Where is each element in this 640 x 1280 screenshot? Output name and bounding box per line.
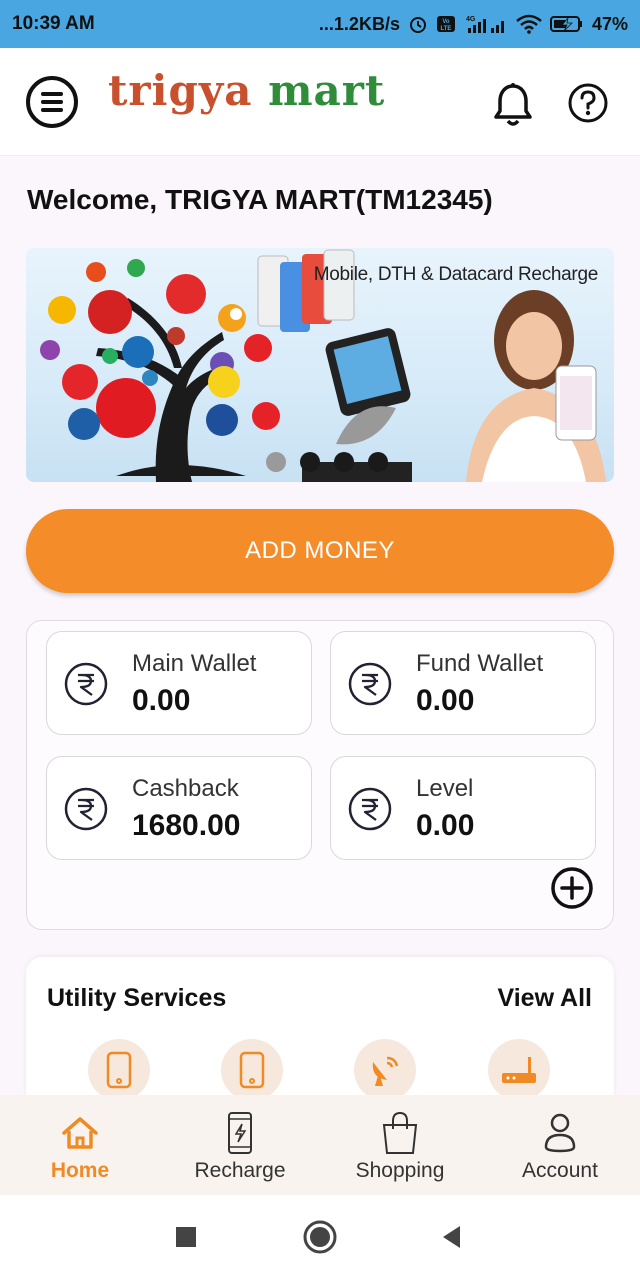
rupee-icon — [348, 787, 392, 831]
wallet-label: Cashback — [132, 775, 239, 802]
mobile-icon — [106, 1051, 132, 1089]
nav-account[interactable]: Account — [480, 1095, 640, 1195]
logo-word-trigya: trigya — [108, 66, 253, 115]
wifi-icon — [516, 14, 542, 34]
back-button[interactable] — [432, 1217, 472, 1257]
mobile-icon — [239, 1051, 265, 1089]
router-icon — [502, 1057, 536, 1083]
status-time: 10:39 AM — [12, 13, 95, 34]
wallet-card-main[interactable]: Main Wallet 0.00 — [46, 631, 312, 735]
carousel-dot-3[interactable] — [334, 452, 354, 472]
service-mobile-2[interactable] — [221, 1039, 283, 1101]
menu-button[interactable] — [25, 75, 79, 129]
wallet-label: Level — [416, 775, 474, 802]
wallet-label: Main Wallet — [132, 650, 257, 677]
utility-services-section: Utility Services View All — [26, 957, 614, 1107]
utility-services-title: Utility Services — [47, 984, 227, 1012]
view-all-link[interactable]: View All — [498, 984, 592, 1013]
rupee-icon — [64, 787, 108, 831]
alarm-icon — [408, 14, 428, 34]
home-icon — [62, 1117, 98, 1149]
home-button[interactable] — [300, 1217, 340, 1257]
bell-icon — [494, 83, 532, 126]
app-header: trigya mart — [0, 48, 640, 156]
wallet-card-fund[interactable]: Fund Wallet 0.00 — [330, 631, 596, 735]
add-money-button[interactable]: ADD MONEY — [26, 509, 614, 593]
help-button[interactable] — [567, 82, 609, 124]
network-type: 4G — [466, 16, 476, 23]
rupee-icon — [348, 662, 392, 706]
app-logo: trigya mart — [108, 66, 385, 115]
account-icon — [544, 1113, 576, 1153]
battery-icon — [549, 14, 584, 34]
carousel-indicator — [266, 452, 388, 472]
carousel-dot-1[interactable] — [266, 452, 286, 472]
volte-icon: Vo LTE — [436, 14, 456, 34]
svg-text:LTE: LTE — [441, 26, 452, 32]
nav-label: Home — [50, 1159, 110, 1182]
wallet-value: 1680.00 — [132, 809, 241, 842]
service-mobile-1[interactable] — [88, 1039, 150, 1101]
notifications-button[interactable] — [491, 82, 535, 130]
wallet-value: 0.00 — [416, 684, 475, 717]
system-navigation-bar — [0, 1195, 640, 1280]
status-bar: 10:39 AM ...1.2KB/s Vo LTE 4G 47% — [0, 0, 640, 48]
help-icon — [568, 83, 608, 123]
rupee-icon — [64, 662, 108, 706]
bottom-navigation: Home Recharge Shopping Account — [0, 1095, 640, 1195]
svg-text:Vo: Vo — [442, 19, 450, 25]
wallet-card-level[interactable]: Level 0.00 — [330, 756, 596, 860]
wallet-label: Fund Wallet — [416, 650, 544, 677]
service-dth[interactable] — [354, 1039, 416, 1101]
carousel-dot-2[interactable] — [300, 452, 320, 472]
logo-word-mart: mart — [268, 66, 386, 115]
wallet-card-cashback[interactable]: Cashback 1680.00 — [46, 756, 312, 860]
nav-label: Shopping — [355, 1159, 445, 1182]
signal-icon: 4G — [464, 14, 508, 34]
wallet-panel: Main Wallet 0.00 Fund Wallet 0.00 Cashba… — [26, 620, 614, 930]
battery-percent: 47% — [591, 13, 628, 34]
welcome-text: Welcome, TRIGYA MART(TM12345) — [27, 184, 493, 215]
net-speed: ...1.2KB/s — [318, 13, 400, 34]
nav-label: Account — [522, 1159, 598, 1182]
nav-home[interactable]: Home — [0, 1095, 160, 1195]
carousel-dot-4[interactable] — [368, 452, 388, 472]
nav-shopping[interactable]: Shopping — [320, 1095, 480, 1195]
nav-recharge[interactable]: Recharge — [160, 1095, 320, 1195]
hamburger-menu-icon — [26, 76, 78, 128]
nav-label: Recharge — [194, 1159, 286, 1182]
shopping-bag-icon — [382, 1111, 418, 1154]
service-broadband[interactable] — [488, 1039, 550, 1101]
add-circle-icon[interactable] — [549, 865, 595, 911]
recents-button[interactable] — [166, 1217, 206, 1257]
promo-banner[interactable]: Mobile, DTH & Datacard Recharge — [26, 248, 614, 482]
banner-caption: Mobile, DTH & Datacard Recharge — [313, 264, 599, 285]
wallet-value: 0.00 — [132, 684, 191, 717]
phone-recharge-icon — [228, 1112, 252, 1154]
wallet-value: 0.00 — [416, 809, 475, 842]
dth-dish-icon — [372, 1056, 399, 1086]
